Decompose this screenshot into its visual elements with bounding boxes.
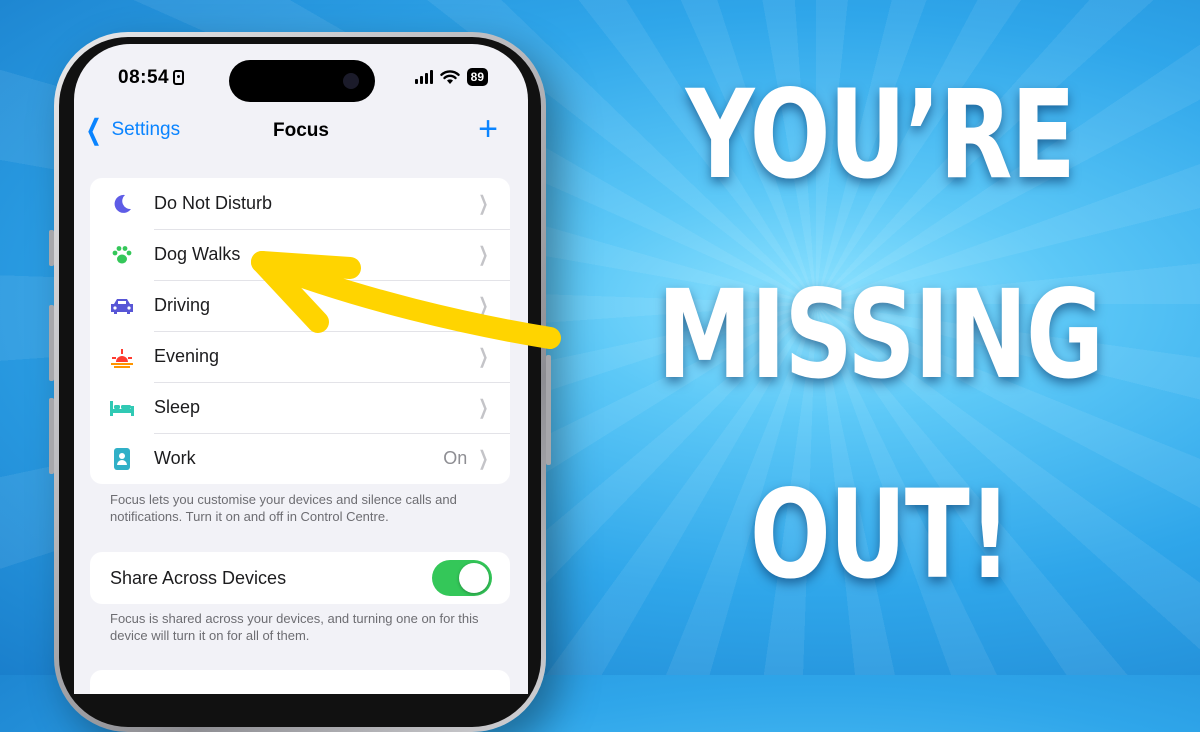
chevron-right-icon: ❯ bbox=[478, 193, 489, 215]
headline-line-1: YOU’RE bbox=[685, 64, 1076, 206]
chevron-right-icon: ❯ bbox=[478, 244, 489, 266]
volume-down-button bbox=[49, 398, 54, 474]
action-button bbox=[49, 230, 54, 266]
focus-row-work[interactable]: Work On ❯ bbox=[90, 433, 510, 484]
share-footnote: Focus is shared across your devices, and… bbox=[110, 611, 479, 643]
camera-icon bbox=[343, 73, 359, 89]
contact-card-icon bbox=[173, 70, 185, 85]
id-badge-icon bbox=[114, 447, 130, 470]
next-group bbox=[90, 670, 510, 694]
car-icon bbox=[111, 298, 133, 314]
cellular-signal-icon bbox=[414, 70, 433, 84]
focus-row-driving[interactable]: Driving ❯ bbox=[90, 280, 510, 331]
focus-label: Driving bbox=[154, 295, 211, 315]
chevron-right-icon: ❯ bbox=[478, 397, 489, 419]
phone-screen: 08:54 89 ❮ Settings Focus + Do Not Distu… bbox=[74, 44, 528, 694]
focus-row-do-not-disturb[interactable]: Do Not Disturb ❯ bbox=[90, 178, 510, 229]
focus-label: Do Not Disturb bbox=[154, 193, 273, 213]
moon-icon bbox=[114, 194, 131, 213]
focus-footnote: Focus lets you customise your devices an… bbox=[110, 492, 457, 524]
dynamic-island bbox=[229, 60, 375, 102]
focus-value: On bbox=[443, 448, 468, 468]
battery-indicator: 89 bbox=[466, 68, 488, 86]
focus-label: Sleep bbox=[154, 397, 201, 417]
chevron-right-icon: ❯ bbox=[478, 295, 489, 317]
volume-up-button bbox=[49, 305, 54, 381]
headline-line-3: OUT! bbox=[749, 464, 1012, 606]
focus-label: Evening bbox=[154, 346, 220, 366]
toggle-knob bbox=[459, 563, 489, 593]
headline-line-2: MISSING bbox=[657, 264, 1104, 406]
focus-label: Work bbox=[154, 448, 196, 468]
focus-row-sleep[interactable]: Sleep ❯ bbox=[90, 382, 510, 433]
status-icons: 89 bbox=[414, 68, 488, 86]
bed-icon bbox=[110, 400, 134, 416]
focus-modes-list: Do Not Disturb ❯ Dog Walks ❯ Driving ❯ E… bbox=[90, 178, 510, 484]
wifi-icon bbox=[439, 69, 460, 84]
chevron-right-icon: ❯ bbox=[478, 448, 489, 470]
share-across-devices-group: Share Across Devices bbox=[90, 552, 510, 604]
focus-label: Dog Walks bbox=[154, 244, 241, 264]
paw-icon bbox=[112, 245, 132, 263]
chevron-right-icon: ❯ bbox=[478, 346, 489, 368]
status-time: 08:54 bbox=[118, 67, 185, 89]
share-across-devices-toggle[interactable] bbox=[432, 560, 492, 596]
add-focus-button[interactable]: + bbox=[478, 110, 498, 149]
page-title: Focus bbox=[273, 120, 329, 141]
focus-row-dog-walks[interactable]: Dog Walks ❯ bbox=[90, 229, 510, 280]
sunset-icon bbox=[111, 348, 133, 368]
side-button bbox=[546, 355, 551, 465]
focus-row-evening[interactable]: Evening ❯ bbox=[90, 331, 510, 382]
